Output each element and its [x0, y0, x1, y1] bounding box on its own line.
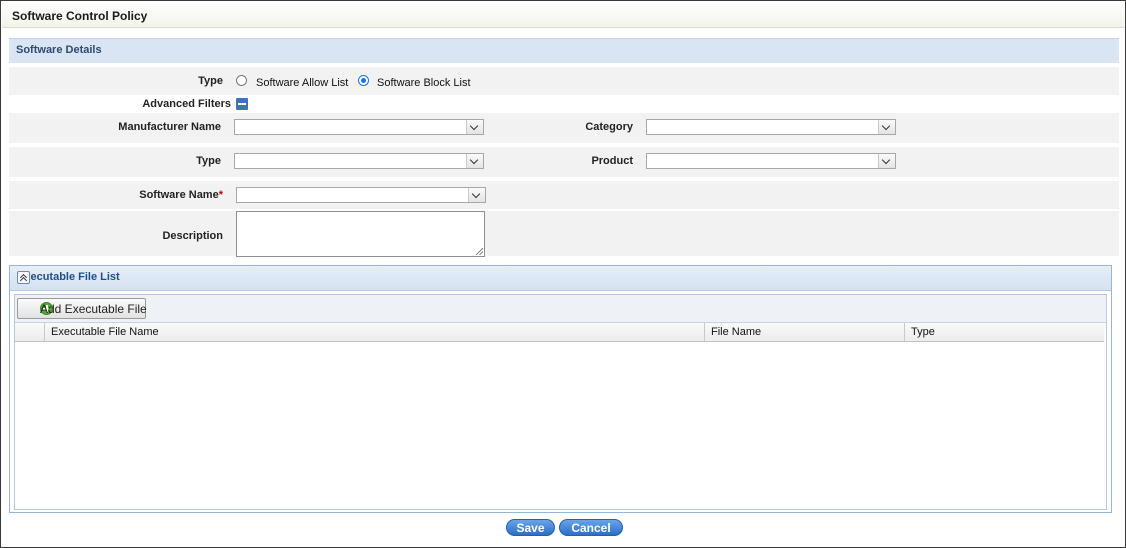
executable-file-title: Executable File List — [17, 271, 120, 283]
type-label: Type — [198, 75, 223, 87]
chevron-down-icon — [466, 120, 483, 134]
grid-header: Executable File Name File Name Type — [15, 323, 1104, 342]
description-label: Description — [162, 230, 223, 242]
save-button[interactable]: Save — [506, 519, 555, 536]
minus-box-icon[interactable] — [236, 98, 248, 110]
manufacturer-label: Manufacturer Name — [118, 121, 221, 133]
product-label: Product — [591, 155, 633, 167]
column-type[interactable]: Type — [905, 323, 1104, 341]
category-select[interactable] — [646, 119, 896, 135]
manufacturer-select[interactable] — [234, 119, 484, 135]
filter-type-select[interactable] — [234, 153, 484, 169]
software-name-select[interactable] — [236, 187, 486, 203]
software-details-title: Software Details — [16, 44, 102, 56]
allow-list-label: Software Allow List — [256, 77, 349, 89]
product-select[interactable] — [646, 153, 896, 169]
required-marker: * — [218, 189, 223, 201]
block-list-radio[interactable] — [358, 75, 369, 86]
category-label: Category — [585, 121, 633, 133]
add-executable-button[interactable]: Add Executable File — [17, 298, 147, 319]
allow-list-radio[interactable] — [236, 75, 247, 86]
software-details-header: Software Details — [9, 38, 1119, 63]
chevron-down-icon — [466, 154, 483, 168]
executable-grid: Add Executable File Executable File Name… — [14, 294, 1107, 510]
resize-grip-icon[interactable] — [476, 248, 483, 255]
block-list-label: Software Block List — [377, 77, 471, 89]
software-name-label: Software Name* — [139, 189, 223, 201]
add-executable-label: Add Executable File — [40, 302, 147, 316]
advanced-filters-label: Advanced Filters — [142, 98, 231, 110]
executable-file-panel: Executable File List Add Executable File… — [9, 265, 1112, 513]
row-select-column[interactable] — [15, 323, 45, 341]
cancel-button[interactable]: Cancel — [559, 519, 623, 536]
chevron-down-icon — [468, 188, 485, 202]
chevron-down-icon — [878, 154, 895, 168]
collapse-up-icon[interactable] — [17, 271, 30, 284]
grid-toolbar: Add Executable File — [15, 295, 1106, 323]
page-title-bar: Software Control Policy — [2, 2, 1124, 28]
column-executable-file-name[interactable]: Executable File Name — [45, 323, 705, 341]
filter-type-label: Type — [196, 155, 221, 167]
column-file-name[interactable]: File Name — [705, 323, 905, 341]
chevron-down-icon — [878, 120, 895, 134]
description-textarea[interactable] — [236, 211, 485, 257]
policy-window: Software Control Policy Software Details… — [0, 0, 1126, 548]
page-title: Software Control Policy — [12, 9, 148, 23]
executable-file-header: Executable File List — [10, 266, 1111, 291]
